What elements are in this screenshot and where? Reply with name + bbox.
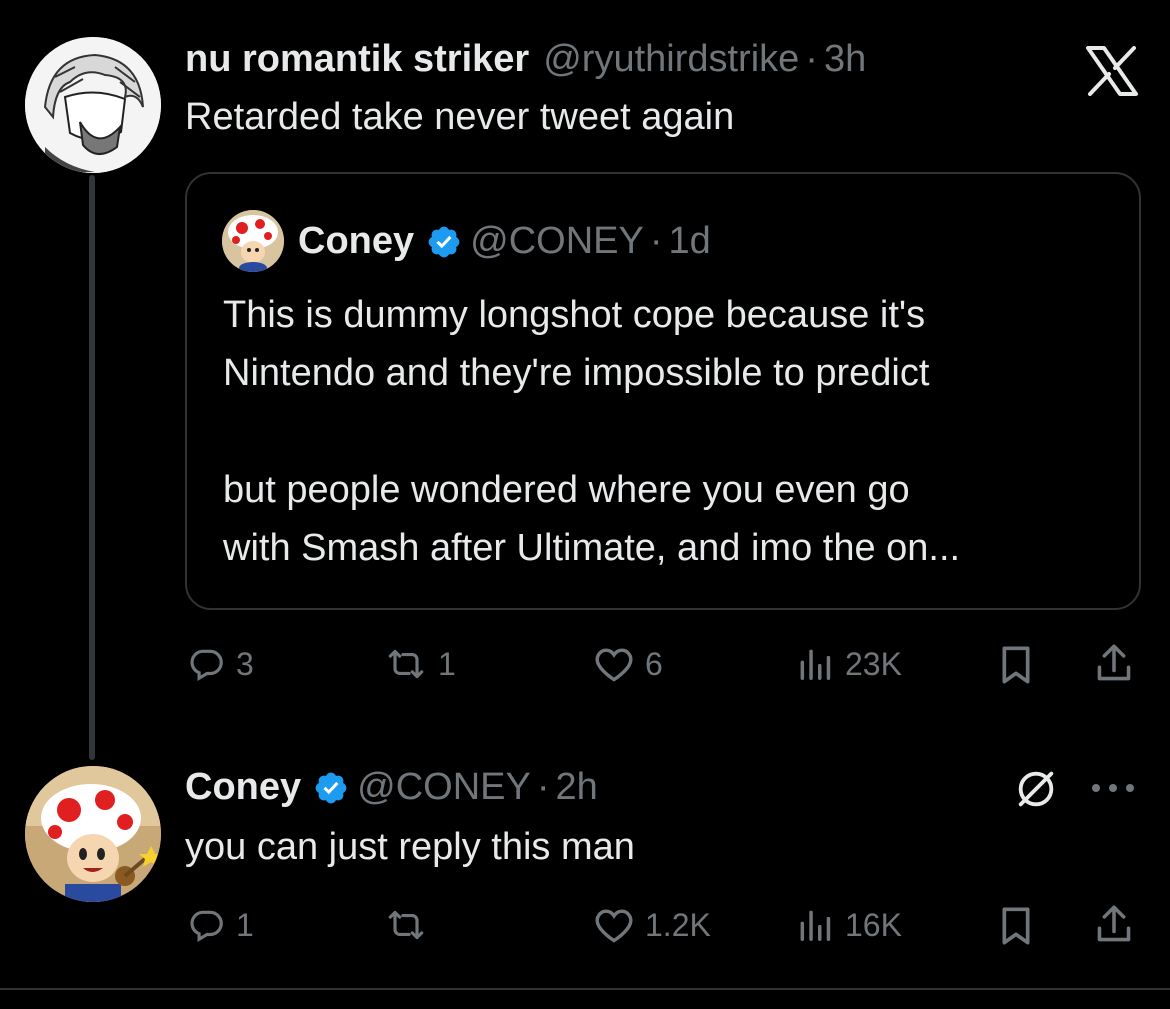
- reply-button[interactable]: 3: [188, 645, 254, 683]
- reply-count: 1: [236, 906, 254, 943]
- reply-button[interactable]: 1: [188, 906, 254, 944]
- share-icon[interactable]: [1094, 904, 1134, 951]
- tweet-header: nu romantik striker @ryuthirdstrike · 3h: [185, 38, 866, 81]
- like-icon: [595, 648, 633, 682]
- separator-dot: ·: [536, 766, 550, 808]
- separator-dot: ·: [805, 38, 818, 80]
- share-icon[interactable]: [1094, 643, 1134, 690]
- reply-icon: [190, 649, 223, 682]
- muted-slash-icon[interactable]: [1013, 766, 1059, 817]
- verified-badge-icon: [426, 224, 462, 260]
- reply-header: Coney @CONEY · 2h: [185, 766, 598, 809]
- timestamp[interactable]: 3h: [824, 38, 866, 81]
- repost-button[interactable]: 1: [384, 645, 456, 683]
- verified-badge-icon: [313, 770, 349, 806]
- views-button[interactable]: 23K: [795, 645, 902, 683]
- separator-dot: ·: [649, 220, 663, 262]
- quoted-text-line: but people wondered where you even go: [223, 469, 910, 511]
- views-icon: [800, 910, 831, 941]
- like-icon: [595, 909, 633, 943]
- quoted-timestamp[interactable]: 1d: [669, 220, 711, 263]
- divider: [0, 988, 1170, 990]
- like-button[interactable]: 1.2K: [593, 906, 711, 944]
- repost-button[interactable]: [384, 906, 438, 944]
- thread-connector-line: [89, 175, 95, 760]
- quoted-text-line: Nintendo and they're impossible to predi…: [223, 352, 930, 394]
- avatar-coney-small[interactable]: [222, 210, 284, 272]
- views-count: 16K: [845, 906, 902, 943]
- like-button[interactable]: 6: [593, 645, 663, 683]
- like-count: 6: [645, 645, 663, 682]
- bookmark-icon[interactable]: [998, 645, 1034, 690]
- display-name[interactable]: nu romantik striker: [185, 38, 529, 81]
- avatar-ryuthirdstrike[interactable]: [25, 37, 161, 173]
- like-count: 1.2K: [645, 906, 711, 943]
- views-icon: [800, 649, 831, 680]
- reply-timestamp[interactable]: 2h: [556, 766, 598, 809]
- avatar-coney[interactable]: [25, 766, 161, 902]
- reply-display-name[interactable]: Coney: [185, 766, 301, 809]
- quoted-text-line: This is dummy longshot cope because it's: [223, 294, 926, 336]
- reply-user-handle[interactable]: @CONEY: [357, 766, 531, 809]
- x-logo-icon[interactable]: [1084, 46, 1140, 96]
- more-icon[interactable]: [1088, 778, 1138, 803]
- repost-count: 1: [438, 645, 456, 682]
- bookmark-icon[interactable]: [998, 906, 1034, 951]
- views-count: 23K: [845, 645, 902, 682]
- tweet-text: Retarded take never tweet again: [185, 96, 735, 138]
- reply-text: you can just reply this man: [185, 826, 635, 868]
- user-handle[interactable]: @ryuthirdstrike: [543, 38, 799, 81]
- views-button[interactable]: 16K: [795, 906, 902, 944]
- repost-icon: [388, 649, 424, 679]
- quoted-text-line: with Smash after Ultimate, and imo the o…: [223, 527, 961, 569]
- quoted-tweet-header: Coney @CONEY · 1d: [298, 220, 711, 263]
- quoted-user-handle[interactable]: @CONEY: [470, 220, 644, 263]
- reply-count: 3: [236, 645, 254, 682]
- repost-icon: [388, 910, 424, 940]
- quoted-display-name[interactable]: Coney: [298, 220, 414, 263]
- reply-icon: [190, 910, 223, 943]
